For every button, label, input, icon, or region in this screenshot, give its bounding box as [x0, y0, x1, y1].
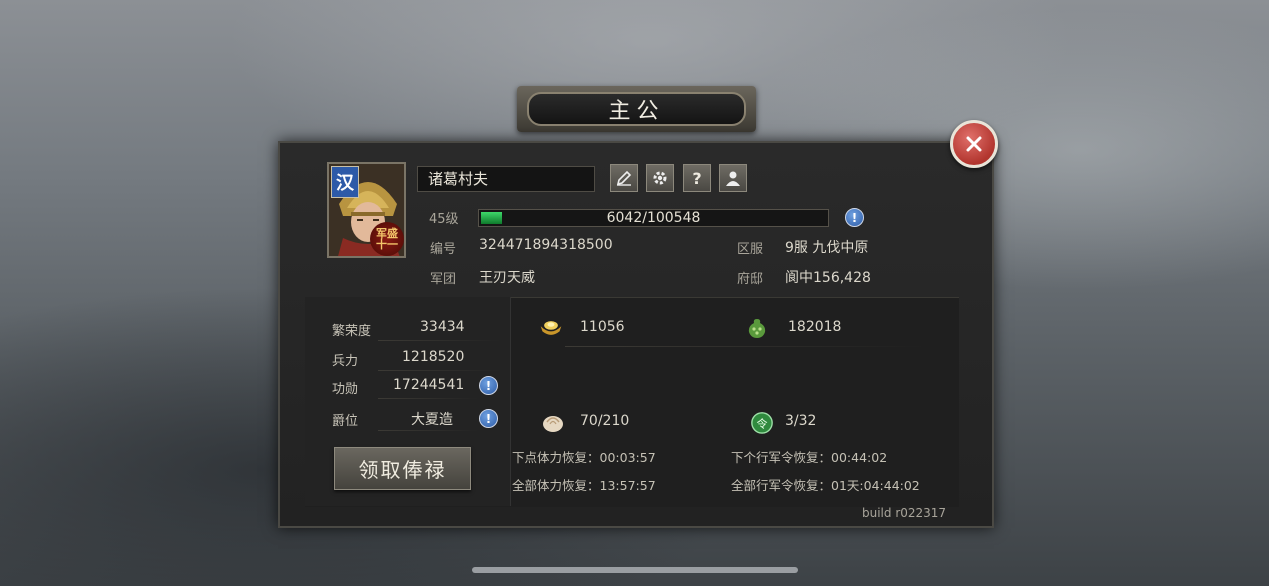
all-stamina-timer: 全部体力恢复：13:57:57 [512, 478, 656, 493]
server-label: 区服 [737, 242, 764, 257]
military-rank-badge: 军盛 十一 [370, 222, 404, 256]
page-title: 主公 [527, 92, 746, 126]
close-button[interactable] [950, 120, 998, 168]
orders-value: 3/32 [785, 413, 817, 429]
id-label: 编号 [430, 242, 457, 257]
id-value: 324471894318500 [479, 237, 613, 253]
get-salary-button[interactable]: 领取俸禄 [334, 447, 471, 490]
close-icon [966, 136, 982, 152]
xp-bar: 6042/100548 [478, 209, 829, 227]
merit-value: 17244541 [393, 377, 465, 393]
settings-button[interactable] [646, 164, 674, 192]
troops-label: 兵力 [332, 354, 359, 369]
profile-button[interactable] [719, 164, 747, 192]
svg-text:令: 令 [756, 417, 767, 431]
rank-value: 大夏造 [411, 412, 453, 428]
all-orders-timer: 全部行军令恢复：01天:04:44:02 [731, 478, 920, 493]
gold-value: 11056 [580, 319, 625, 335]
stamina-value: 70/210 [580, 413, 630, 429]
divider [378, 430, 478, 431]
next-stamina-timer: 下点体力恢复：00:03:57 [512, 450, 656, 465]
mansion-value: 阆中156,428 [785, 270, 871, 286]
player-name-field: 诸葛村夫 [417, 166, 595, 192]
march-order-icon: 令 [751, 412, 773, 434]
divider [378, 398, 478, 399]
prosperity-label: 繁荣度 [332, 324, 372, 339]
home-indicator[interactable] [472, 567, 798, 573]
rename-button[interactable] [610, 164, 638, 192]
xp-text: 6042/100548 [606, 210, 701, 226]
jade-pouch-icon [748, 319, 766, 338]
build-version: build r022317 [862, 506, 947, 520]
stamina-bun-icon [543, 416, 563, 432]
rank-info-icon[interactable]: ! [479, 409, 498, 428]
divider [378, 340, 500, 341]
legion-label: 军团 [430, 272, 457, 287]
gold-ingot-icon [540, 321, 562, 335]
badge-line-2: 十一 [376, 238, 398, 251]
prosperity-value: 33434 [420, 319, 465, 335]
level-label: 45级 [429, 212, 459, 227]
jade-value: 182018 [788, 319, 842, 335]
divider [565, 346, 925, 347]
help-button[interactable]: ? [683, 164, 711, 192]
merit-info-icon[interactable]: ! [479, 376, 498, 395]
merit-label: 功勋 [332, 382, 359, 397]
pencil-icon [616, 170, 632, 186]
avatar[interactable]: 汉 军盛 十一 [327, 162, 406, 258]
legion-value: 王刃天威 [479, 270, 535, 286]
rank-label: 爵位 [332, 414, 359, 429]
divider [378, 370, 500, 371]
gear-icon [653, 171, 667, 185]
title-plate: 主公 [517, 86, 756, 132]
faction-badge: 汉 [331, 166, 359, 198]
person-icon [726, 171, 740, 186]
server-value: 9服 九伐中原 [785, 240, 869, 256]
mansion-label: 府邸 [737, 272, 764, 287]
next-order-timer: 下个行军令恢复：00:44:02 [731, 450, 888, 465]
troops-value: 1218520 [402, 349, 465, 365]
xp-info-icon[interactable]: ! [845, 208, 864, 227]
